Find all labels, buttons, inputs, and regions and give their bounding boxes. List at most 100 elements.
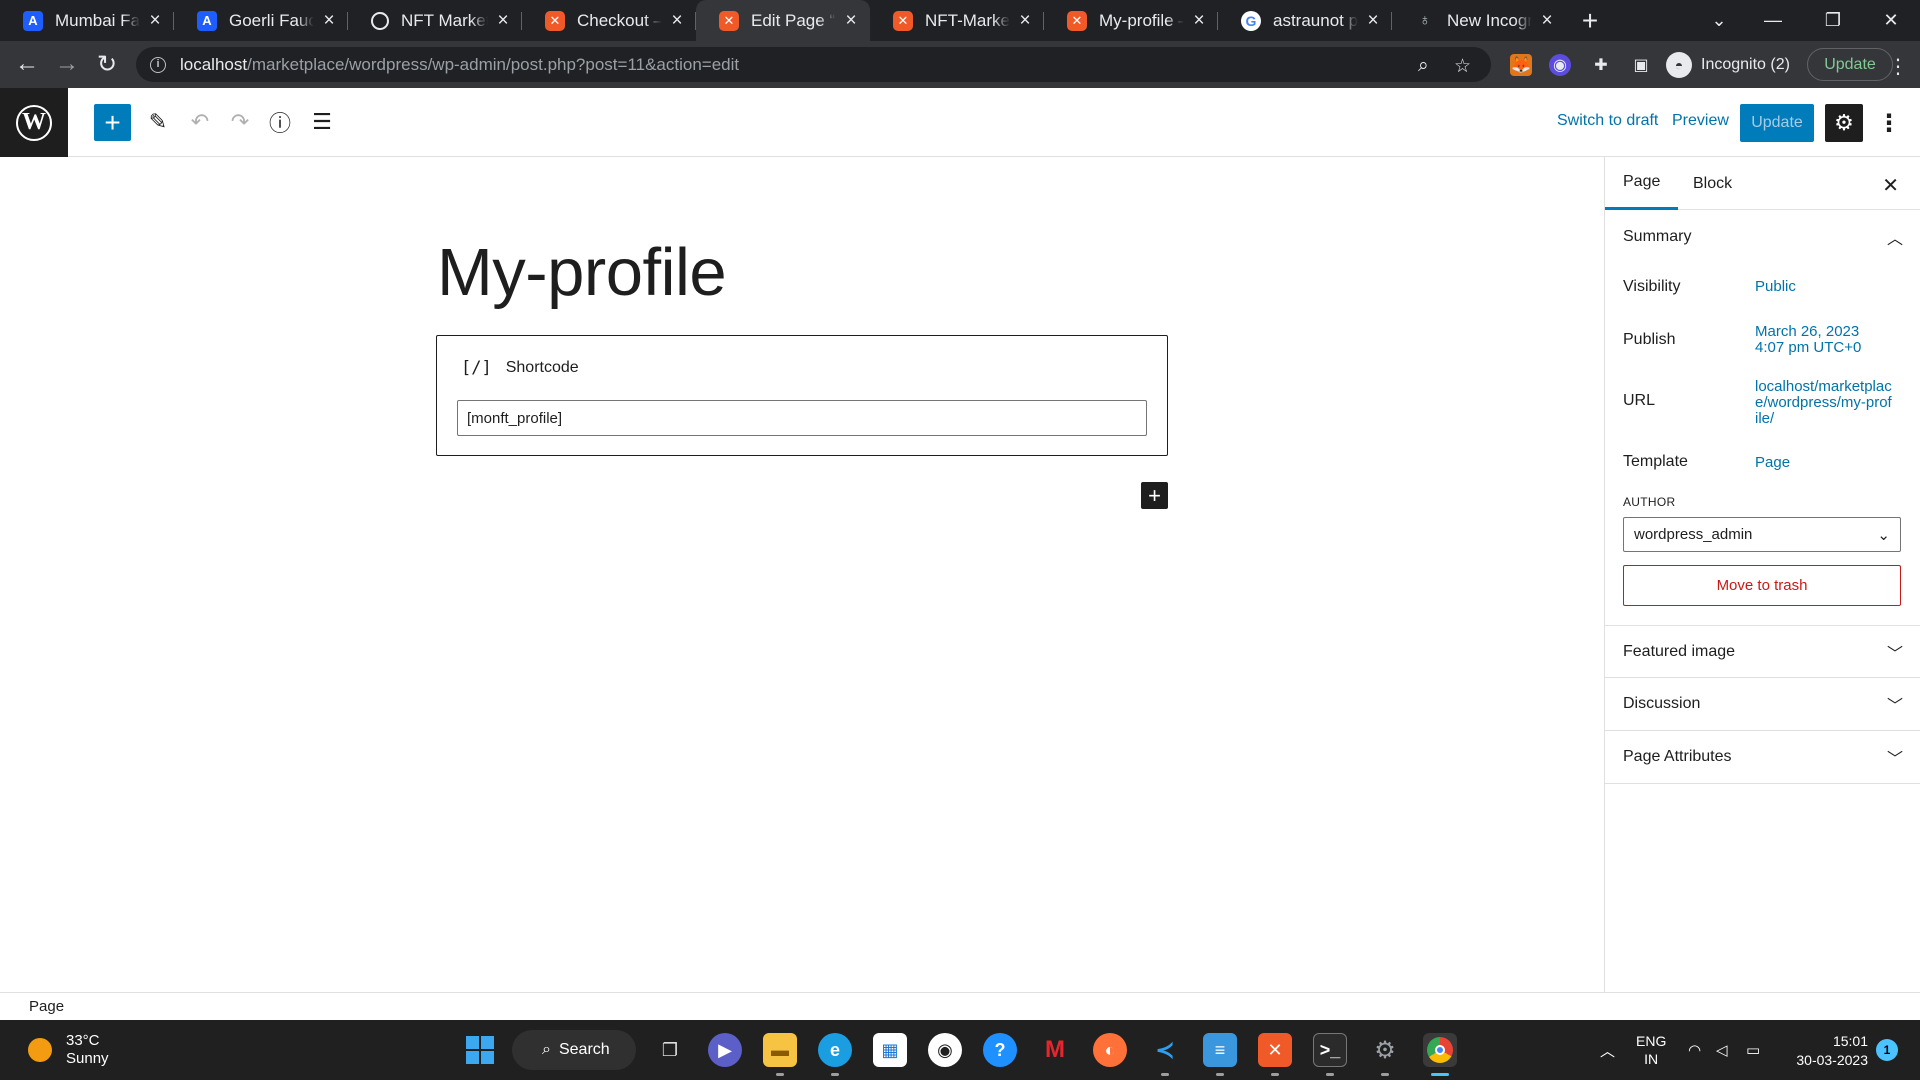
extension-icon[interactable]: ◉ (1549, 54, 1571, 76)
tab-google-search[interactable]: G astraunot png × (1218, 0, 1392, 41)
preview-button[interactable]: Preview (1672, 112, 1729, 130)
switch-to-draft-button[interactable]: Switch to draft (1557, 112, 1658, 130)
window-close-button[interactable]: ✕ (1868, 0, 1914, 41)
firefox-icon[interactable]: ◐ (1093, 1033, 1127, 1067)
maximize-button[interactable]: ❐ (1810, 0, 1856, 41)
info-icon[interactable]: ⓘ (262, 104, 298, 140)
notepad-icon[interactable]: ≡ (1203, 1033, 1237, 1067)
tab-my-profile[interactable]: ✕ My-profile – wordpress × (1044, 0, 1218, 41)
move-to-trash-button[interactable]: Move to trash (1623, 565, 1901, 606)
help-icon[interactable]: ? (983, 1033, 1017, 1067)
url-value[interactable]: localhost/marketplace/wordpress/my-profi… (1755, 379, 1895, 427)
close-icon[interactable]: × (494, 11, 512, 30)
ms-store-icon[interactable]: ▦ (873, 1033, 907, 1067)
close-icon[interactable]: ✕ (1882, 173, 1899, 198)
battery-icon[interactable]: ▭ (1746, 1020, 1760, 1080)
volume-icon[interactable]: ◁ (1716, 1020, 1728, 1080)
close-icon[interactable]: × (668, 11, 686, 30)
xampp-icon: ✕ (719, 10, 739, 31)
tab-edit-page[interactable]: ✕ Edit Page “My-profile” × (696, 0, 870, 41)
pencil-icon[interactable]: ✎ (140, 104, 176, 140)
shortcode-input[interactable]: [monft_profile] (457, 400, 1147, 436)
redo-icon[interactable]: ↷ (222, 104, 258, 140)
close-icon[interactable]: × (1538, 11, 1556, 30)
vscode-icon[interactable]: ≺ (1148, 1033, 1182, 1067)
bookmark-star-icon[interactable]: ☆ (1454, 55, 1471, 78)
author-select[interactable]: wordpress_admin ⌄ (1623, 517, 1901, 552)
close-icon[interactable]: × (1016, 11, 1034, 30)
tab-nft-marketplace-2[interactable]: ✕ NFT-Marketplace × (870, 0, 1044, 41)
reload-button[interactable]: ↻ (88, 45, 126, 83)
settings-gear-icon[interactable]: ⚙ (1825, 104, 1863, 142)
sun-icon (28, 1038, 52, 1062)
github-icon[interactable]: ◉ (928, 1033, 962, 1067)
update-button[interactable]: Update (1740, 104, 1814, 142)
chrome-update-button[interactable]: Update (1807, 48, 1893, 81)
chevron-down-icon: ﹀ (1886, 751, 1903, 768)
file-explorer-icon[interactable]: ▬ (763, 1033, 797, 1067)
summary-title: Summary (1623, 227, 1692, 245)
site-info-icon[interactable]: i (150, 56, 166, 73)
close-icon[interactable]: × (1364, 11, 1382, 30)
chevron-up-icon[interactable]: ︿ (1600, 1020, 1615, 1080)
url-input[interactable]: i localhost/marketplace/wordpress/wp-adm… (136, 47, 1491, 82)
options-kebab-icon[interactable]: ⋮ (1872, 104, 1906, 142)
notification-badge[interactable]: 1 (1876, 1039, 1898, 1061)
new-tab-button[interactable]: + (1570, 0, 1610, 41)
summary-panel-toggle[interactable]: Summary ︿ (1605, 210, 1920, 263)
undo-icon[interactable]: ↶ (182, 104, 218, 140)
template-value[interactable]: Page (1755, 455, 1905, 471)
tab-goerli-faucet[interactable]: A Goerli Faucet × (174, 0, 348, 41)
xampp-icon[interactable]: ✕ (1258, 1033, 1292, 1067)
tab-nft-marketplace[interactable]: NFT Marketplace × (348, 0, 522, 41)
list-view-icon[interactable]: ☰ (304, 104, 340, 140)
panel-title: Featured image (1623, 642, 1736, 660)
breadcrumb: Page (0, 992, 1920, 1020)
extensions-puzzle-icon[interactable]: ✚ (1590, 54, 1612, 76)
publish-label: Publish (1623, 331, 1676, 348)
close-icon[interactable]: × (320, 11, 338, 30)
tab-mumbai-faucet[interactable]: A Mumbai Faucet × (0, 0, 174, 41)
chrome-menu-icon[interactable]: ⋮ (1888, 54, 1908, 79)
tab-search-chevron-icon[interactable]: ⌄ (1696, 0, 1742, 41)
tab-checkout[interactable]: ✕ Checkout – wordpress × (522, 0, 696, 41)
close-icon[interactable]: × (842, 11, 860, 30)
teams-chat-icon[interactable]: ▶ (708, 1033, 742, 1067)
add-block-button[interactable]: + (1141, 482, 1168, 509)
weather-widget[interactable]: 33°C Sunny (28, 1032, 109, 1068)
mcafee-icon[interactable]: M (1038, 1033, 1072, 1067)
wifi-icon[interactable]: ◠ (1688, 1020, 1701, 1080)
breadcrumb-item[interactable]: Page (29, 998, 64, 1015)
zoom-icon[interactable]: ⌕ (1418, 55, 1429, 77)
terminal-icon[interactable]: >_ (1313, 1033, 1347, 1067)
settings-gear-icon[interactable]: ⚙ (1368, 1033, 1402, 1067)
page-attributes-panel-toggle[interactable]: Page Attributes ﹀ (1605, 731, 1920, 784)
running-indicator (1216, 1073, 1224, 1076)
tab-incognito[interactable]: ♁ New Incognito Tab × (1392, 0, 1566, 41)
language-indicator[interactable]: ENG IN (1636, 1020, 1666, 1080)
close-icon[interactable]: × (146, 11, 164, 30)
publish-value[interactable]: March 26, 2023 4:07 pm UTC+0 (1755, 324, 1875, 356)
close-icon[interactable]: × (1190, 11, 1208, 30)
page-title[interactable]: My-profile (437, 234, 727, 311)
taskbar-search[interactable]: ⌕ Search (512, 1030, 636, 1070)
side-panel-icon[interactable]: ▣ (1630, 54, 1652, 76)
metamask-icon[interactable]: 🦊 (1510, 54, 1532, 76)
tab-page[interactable]: Page (1605, 157, 1679, 210)
system-clock[interactable]: 15:01 30-03-2023 (1786, 1032, 1868, 1070)
profile-button[interactable]: ◓ Incognito (2) (1666, 47, 1790, 82)
visibility-value[interactable]: Public (1755, 279, 1905, 295)
shortcode-block[interactable]: [/] Shortcode [monft_profile] (436, 335, 1168, 456)
task-view-icon[interactable]: ❐ (653, 1033, 687, 1067)
block-inserter-button[interactable]: + (94, 104, 131, 141)
windows-start-icon[interactable] (463, 1033, 497, 1067)
back-button[interactable]: ← (8, 45, 46, 83)
chrome-icon[interactable] (1423, 1033, 1457, 1067)
minimize-button[interactable]: — (1750, 0, 1796, 41)
tab-block[interactable]: Block (1675, 157, 1750, 210)
forward-button[interactable]: → (48, 45, 86, 83)
featured-image-panel-toggle[interactable]: Featured image ﹀ (1605, 625, 1920, 678)
discussion-panel-toggle[interactable]: Discussion ﹀ (1605, 678, 1920, 731)
edge-icon[interactable]: e (818, 1033, 852, 1067)
wordpress-logo-icon[interactable]: W (0, 88, 68, 157)
